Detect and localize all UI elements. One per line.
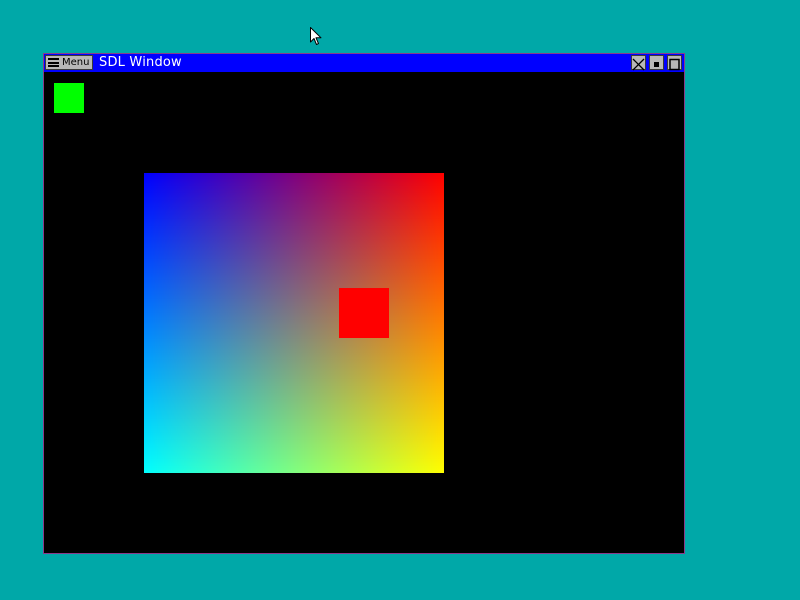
maximize-button[interactable] [667, 55, 682, 71]
minimize-icon [654, 62, 659, 67]
green-square [54, 83, 84, 113]
window-titlebar[interactable]: Menu SDL Window [44, 54, 684, 72]
red-square [339, 288, 389, 338]
hamburger-icon [48, 58, 59, 67]
gradient-square [144, 173, 444, 473]
maximize-icon [669, 58, 680, 71]
menu-button[interactable]: Menu [45, 55, 93, 70]
window-title: SDL Window [99, 55, 182, 70]
desktop[interactable]: Menu SDL Window [0, 0, 800, 600]
menu-button-label: Menu [62, 57, 90, 68]
minimize-button[interactable] [649, 55, 664, 70]
close-button[interactable] [631, 55, 646, 71]
sdl-window: Menu SDL Window [43, 53, 685, 554]
window-canvas[interactable] [44, 73, 684, 553]
arrow-cursor-icon [310, 27, 322, 45]
close-icon [632, 58, 645, 71]
